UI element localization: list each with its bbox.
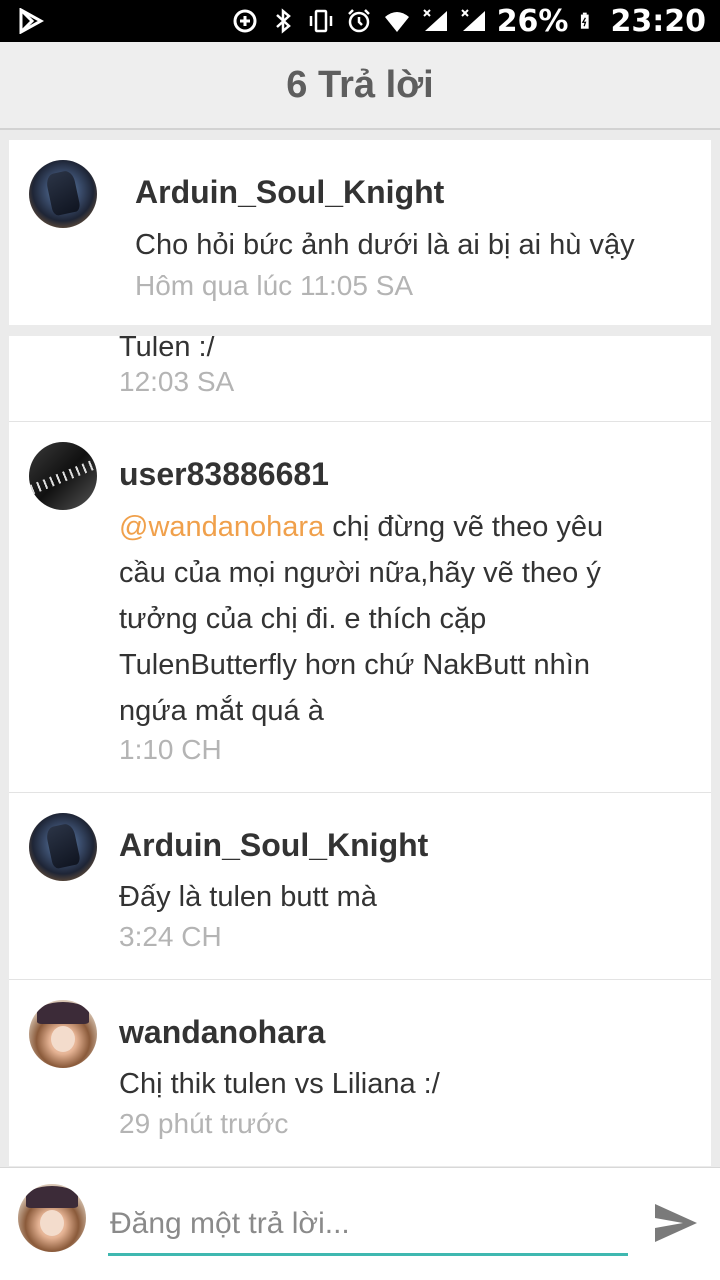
send-button[interactable] [650, 1198, 702, 1250]
avatar[interactable] [29, 442, 97, 510]
clock: 23:20 [610, 3, 707, 39]
post-message: Cho hỏi bức ảnh dưới là ai bị ai hù vậy [135, 229, 635, 261]
current-user-avatar[interactable] [18, 1184, 86, 1252]
reply-input[interactable] [108, 1194, 628, 1256]
header-bar: 6 Trả lời [0, 42, 720, 130]
divider [9, 979, 711, 980]
divider [9, 421, 711, 422]
original-post-card[interactable]: Arduin_Soul_Knight Cho hỏi bức ảnh dưới … [9, 140, 711, 325]
reply-time: 3:24 CH [119, 921, 222, 952]
reply-message: @wandanohara chị đừng vẽ theo yêu cầu củ… [119, 504, 639, 734]
vibrate-icon [309, 9, 332, 33]
reply-composer [0, 1167, 720, 1280]
reply-message-text: chị đừng vẽ theo yêu cầu của mọi người n… [119, 511, 604, 727]
reply-message-partial: Tulen :/ [119, 336, 215, 363]
mention-link[interactable]: @wandanohara [119, 511, 324, 543]
username[interactable]: Arduin_Soul_Knight [119, 827, 428, 864]
send-icon [655, 1204, 697, 1242]
page-title: 6 Trả lời [286, 63, 434, 106]
status-bar: 26% 23:20 [0, 0, 720, 42]
username[interactable]: Arduin_Soul_Knight [135, 174, 444, 211]
reply-time: 1:10 CH [119, 734, 222, 765]
username[interactable]: user83886681 [119, 456, 329, 493]
data-saver-icon [233, 9, 257, 33]
reply-time: 12:03 SA [119, 366, 235, 397]
avatar[interactable] [29, 160, 97, 228]
reply-message: Chị thik tulen vs Liliana :/ [119, 1068, 440, 1100]
wifi-icon [384, 12, 409, 32]
reply-message: Đấy là tulen butt mà [119, 881, 377, 913]
replies-list[interactable]: Tulen :/ 12:03 SA user83886681 @wandanoh… [9, 336, 711, 1166]
bluetooth-icon [275, 8, 291, 34]
reply-time: 29 phút trước [119, 1108, 289, 1139]
battery-charging-icon [580, 12, 589, 29]
avatar[interactable] [29, 1000, 97, 1068]
battery-percent: 26% [496, 3, 569, 39]
username[interactable]: wandanohara [119, 1014, 325, 1051]
post-time: Hôm qua lúc 11:05 SA [135, 270, 414, 301]
divider [9, 792, 711, 793]
alarm-icon [347, 9, 370, 33]
avatar[interactable] [29, 813, 97, 881]
signal-icon [422, 9, 447, 31]
signal-icon [460, 9, 485, 31]
play-store-icon [19, 8, 44, 34]
